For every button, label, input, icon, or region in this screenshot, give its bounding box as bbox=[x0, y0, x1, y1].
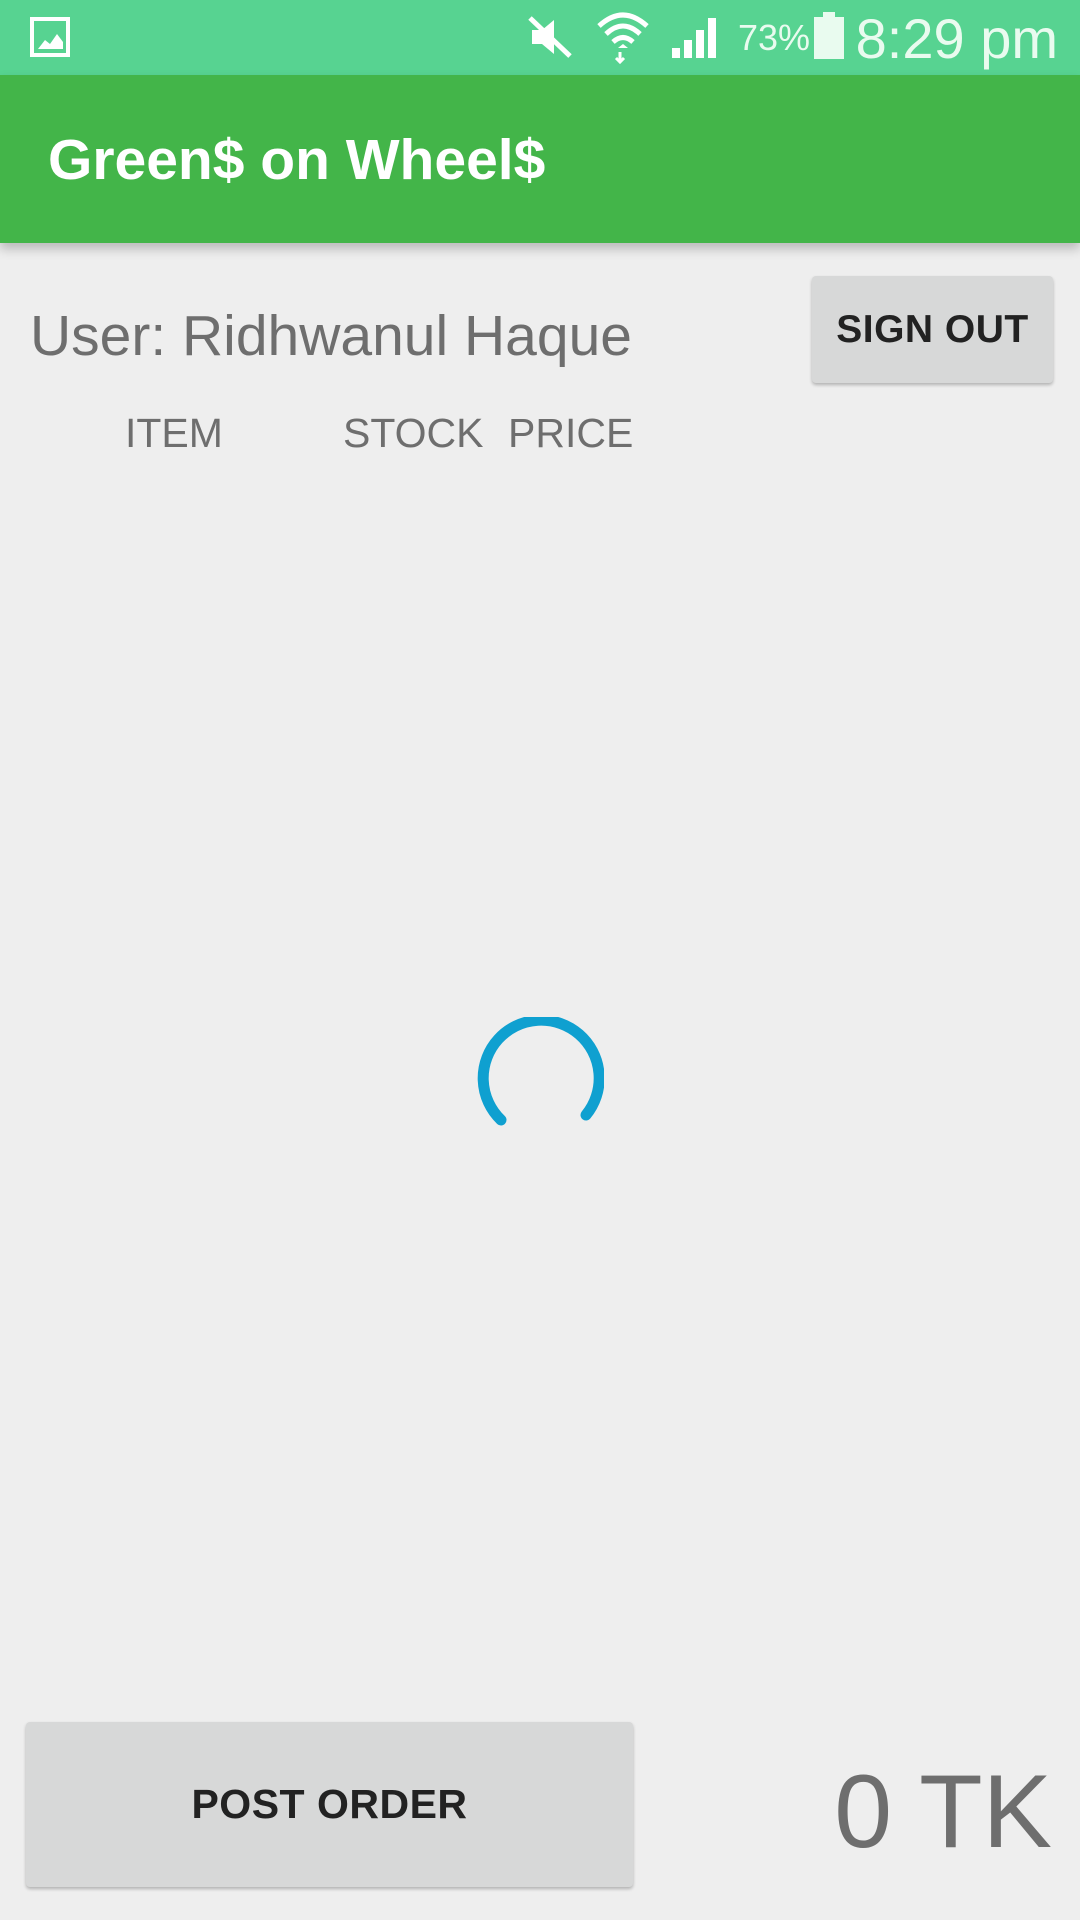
column-header-price: PRICE bbox=[508, 410, 634, 456]
mute-icon bbox=[528, 16, 572, 58]
clock: 8:29 pm bbox=[855, 7, 1058, 70]
battery-icon bbox=[814, 12, 844, 59]
gallery-icon bbox=[30, 17, 70, 57]
status-bar: 73% 8:29 pm bbox=[0, 0, 1080, 75]
order-total: 0 TK bbox=[834, 1754, 1052, 1870]
post-order-button[interactable]: POST ORDER bbox=[26, 1722, 633, 1887]
column-header-stock: STOCK bbox=[343, 410, 484, 456]
wifi-icon bbox=[597, 12, 649, 64]
app-title: Green$ on Wheel$ bbox=[48, 128, 546, 192]
signal-icon bbox=[672, 18, 716, 58]
screen: 73% 8:29 pm Green$ on Wheel$ User: Ridhw… bbox=[0, 0, 1080, 1920]
battery-percent: 73% bbox=[738, 17, 811, 58]
user-label: User: Ridhwanul Haque bbox=[30, 304, 632, 368]
app-bar: Green$ on Wheel$ bbox=[0, 75, 1080, 243]
progress-spinner bbox=[477, 1017, 604, 1126]
column-header-item: ITEM bbox=[125, 410, 223, 456]
sign-out-button[interactable]: SIGN OUT bbox=[812, 276, 1053, 383]
